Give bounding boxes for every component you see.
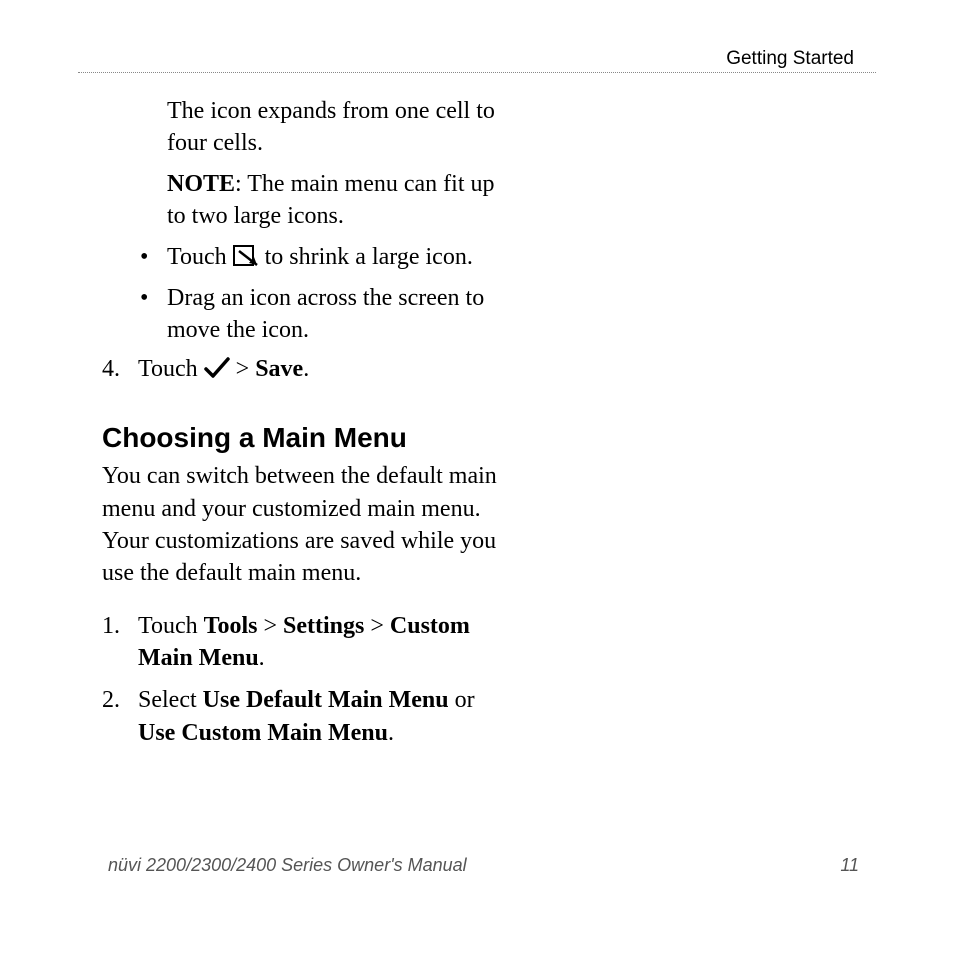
note-label: NOTE: [167, 171, 235, 197]
step-4: 4. Touch > Save.: [102, 353, 502, 388]
page-content: The icon expands from one cell to four c…: [102, 95, 502, 759]
header-section-label: Getting Started: [726, 48, 854, 70]
header-divider: [78, 72, 876, 73]
bullet-shrink: Touch to shrink a large icon.: [132, 241, 502, 276]
step-1-gt1: >: [257, 613, 283, 639]
step-4-period: .: [303, 356, 309, 382]
step-2-mid: or: [449, 687, 475, 713]
checkmark-icon: [204, 356, 230, 388]
footer-page-number: 11: [840, 855, 859, 876]
bullet-shrink-before: Touch: [167, 244, 233, 270]
step-4-number: 4.: [102, 353, 120, 385]
shrink-icon: [233, 244, 259, 276]
step-1-gt2: >: [364, 613, 390, 639]
section-intro: You can switch between the default main …: [102, 460, 502, 590]
step4-list: 4. Touch > Save.: [102, 353, 502, 388]
step-4-save: Save: [255, 356, 303, 382]
manual-page: Getting Started The icon expands from on…: [0, 0, 954, 954]
step-2-default: Use Default Main Menu: [203, 687, 449, 713]
step-1-settings: Settings: [283, 613, 364, 639]
page-footer: nüvi 2200/2300/2400 Series Owner's Manua…: [108, 855, 859, 876]
bullet-drag: Drag an icon across the screen to move t…: [132, 282, 502, 347]
step-1-number: 1.: [102, 610, 120, 642]
bullet-shrink-after: to shrink a large icon.: [259, 244, 473, 270]
step-1: 1. Touch Tools > Settings > Custom Main …: [102, 610, 502, 675]
step-4-before: Touch: [138, 356, 204, 382]
step-2: 2. Select Use Default Main Menu or Use C…: [102, 684, 502, 749]
expand-paragraph: The icon expands from one cell to four c…: [167, 95, 502, 160]
step-2-post: .: [388, 720, 394, 746]
step-1-pre: Touch: [138, 613, 204, 639]
sub-bullet-list: Touch to shrink a large icon. Drag an ic…: [132, 241, 502, 347]
step-1-post: .: [259, 645, 265, 671]
note-paragraph: NOTE: The main menu can fit up to two la…: [167, 168, 502, 233]
step-4-gt: >: [230, 356, 256, 382]
step-2-number: 2.: [102, 684, 120, 716]
choosing-steps: 1. Touch Tools > Settings > Custom Main …: [102, 610, 502, 750]
step-1-tools: Tools: [204, 613, 258, 639]
footer-manual-title: nüvi 2200/2300/2400 Series Owner's Manua…: [108, 855, 467, 876]
step-2-custom: Use Custom Main Menu: [138, 720, 388, 746]
section-heading: Choosing a Main Menu: [102, 422, 502, 454]
step-2-pre: Select: [138, 687, 203, 713]
